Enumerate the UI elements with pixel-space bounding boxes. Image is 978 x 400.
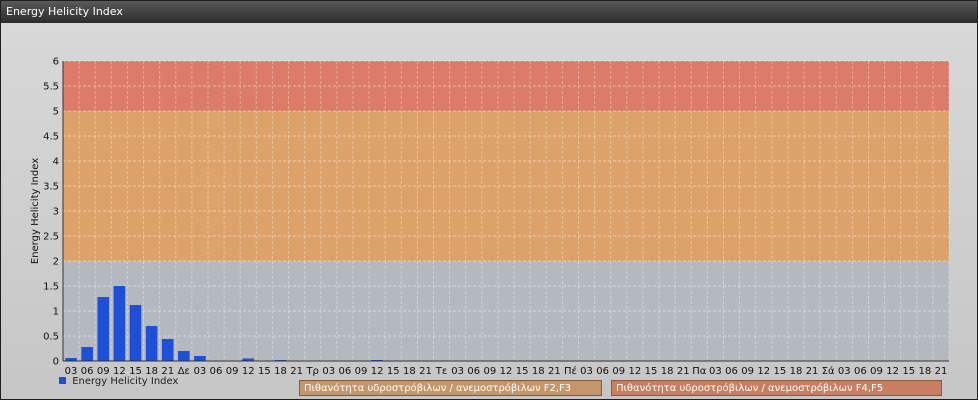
x-tick-label-23: Τε: [435, 366, 448, 377]
y-tick-label-6: 3: [53, 207, 59, 218]
y-tick-label-12: 6: [53, 57, 59, 68]
x-tick-label-53: 18: [918, 366, 931, 377]
x-tick-label-24: 03: [451, 366, 464, 377]
x-tick-label-33: 06: [596, 366, 609, 377]
x-tick-label-25: 06: [467, 366, 480, 377]
x-tick-label-19: 12: [371, 366, 384, 377]
y-tick-label-11: 5.5: [43, 82, 59, 93]
x-tick-label-26: 09: [484, 366, 497, 377]
x-tick-label-21: 18: [403, 366, 416, 377]
x-tick-label-44: 15: [773, 366, 786, 377]
y-axis-label: Energy Helicity Index: [30, 158, 41, 264]
x-tick-labels: 03 06 09 12 15 18 21 Δε 03 06 09 12 15 18 21 Τρ 03 06 09 12…: [65, 365, 948, 377]
x-tick-label-46: 21: [806, 366, 819, 377]
x-tick-label-13: 18: [274, 366, 287, 377]
x-tick-label-34: 09: [612, 366, 625, 377]
x-tick-label-17: 06: [339, 366, 352, 377]
x-tick-label-48: 03: [838, 366, 851, 377]
x-tick-label-11: 12: [242, 366, 255, 377]
helicity-chart: 00.511.522.533.544.555.56 03 06 09 12 15 18 21…: [30, 57, 950, 377]
y-tick-label-5: 2.5: [43, 232, 59, 243]
x-tick-label-8: 03: [194, 366, 207, 377]
x-tick-label-28: 15: [516, 366, 529, 377]
x-tick-label-49: 06: [854, 366, 867, 377]
x-tick-label-10: 09: [226, 366, 239, 377]
x-tick-label-22: 21: [419, 366, 432, 377]
x-tick-label-14: 21: [290, 366, 303, 377]
y-tick-label-0: 0: [53, 357, 59, 368]
x-tick-label-54: 21: [935, 366, 948, 377]
y-tick-label-10: 5: [53, 107, 59, 118]
bar-2: [97, 297, 110, 361]
x-tick-label-51: 12: [886, 366, 899, 377]
x-tick-label-16: 03: [322, 366, 335, 377]
y-tick-label-3: 1.5: [43, 282, 59, 293]
x-tick-label-43: 12: [757, 366, 770, 377]
legend-band-f2f3[interactable]: Πιθανότητα υδροστρόβιλων / ανεμοστρόβιλω…: [299, 380, 602, 396]
x-tick-label-9: 06: [210, 366, 223, 377]
x-tick-label-27: 12: [500, 366, 513, 377]
x-tick-label-36: 15: [645, 366, 658, 377]
legend-swatch-icon: [59, 376, 66, 384]
legend-series-label: Energy Helicity Index: [72, 376, 179, 387]
y-tick-label-8: 4: [53, 157, 59, 168]
window-title: Energy Helicity Index: [1, 1, 977, 23]
x-tick-label-35: 12: [629, 366, 642, 377]
bar-6: [161, 339, 174, 361]
x-tick-label-42: 09: [741, 366, 754, 377]
bar-1: [81, 347, 93, 361]
x-tick-label-40: 03: [709, 366, 722, 377]
x-tick-label-29: 18: [532, 366, 545, 377]
x-tick-label-15: Τρ: [305, 366, 318, 377]
legend-series[interactable]: Energy Helicity Index: [59, 376, 178, 387]
bar-4: [129, 305, 142, 361]
y-tick-label-9: 4.5: [43, 132, 59, 143]
x-tick-label-32: 03: [580, 366, 593, 377]
x-tick-label-31: Πέ: [564, 365, 577, 377]
x-tick-label-12: 15: [258, 366, 271, 377]
x-tick-label-30: 21: [548, 366, 561, 377]
bar-5: [145, 326, 158, 361]
x-tick-label-50: 09: [870, 366, 883, 377]
y-tick-label-2: 1: [53, 307, 59, 318]
x-tick-label-41: 06: [725, 366, 738, 377]
x-tick-label-38: 21: [677, 366, 690, 377]
bar-7: [178, 351, 190, 361]
x-tick-label-47: Σά: [822, 365, 835, 377]
chart-panel: Energy Helicity Index 0 0.5 1 1.5 2 2.5 3 3.5 4 4…: [0, 0, 978, 400]
x-tick-label-7: Δε: [178, 366, 190, 377]
y-tick-labels: 0 0.5 1 1.5 2 2.5 3 3.5 4 4.5 5 5.5 6: [43, 57, 59, 368]
x-tick-label-39: Πα: [692, 366, 707, 377]
bar-8: [194, 356, 206, 361]
x-tick-label-18: 09: [355, 366, 368, 377]
y-tick-label-7: 3.5: [43, 182, 59, 193]
x-tick-label-45: 18: [790, 366, 803, 377]
y-tick-label-4: 2: [53, 257, 59, 268]
y-tick-label-1: 0.5: [43, 332, 59, 343]
x-tick-label-52: 15: [902, 366, 915, 377]
x-tick-label-37: 18: [661, 366, 674, 377]
bar-3: [113, 286, 126, 361]
x-tick-label-20: 15: [387, 366, 400, 377]
legend-band-f4f5[interactable]: Πιθανότητα υδροστρόβιλων / ανεμοστρόβιλω…: [611, 380, 942, 396]
